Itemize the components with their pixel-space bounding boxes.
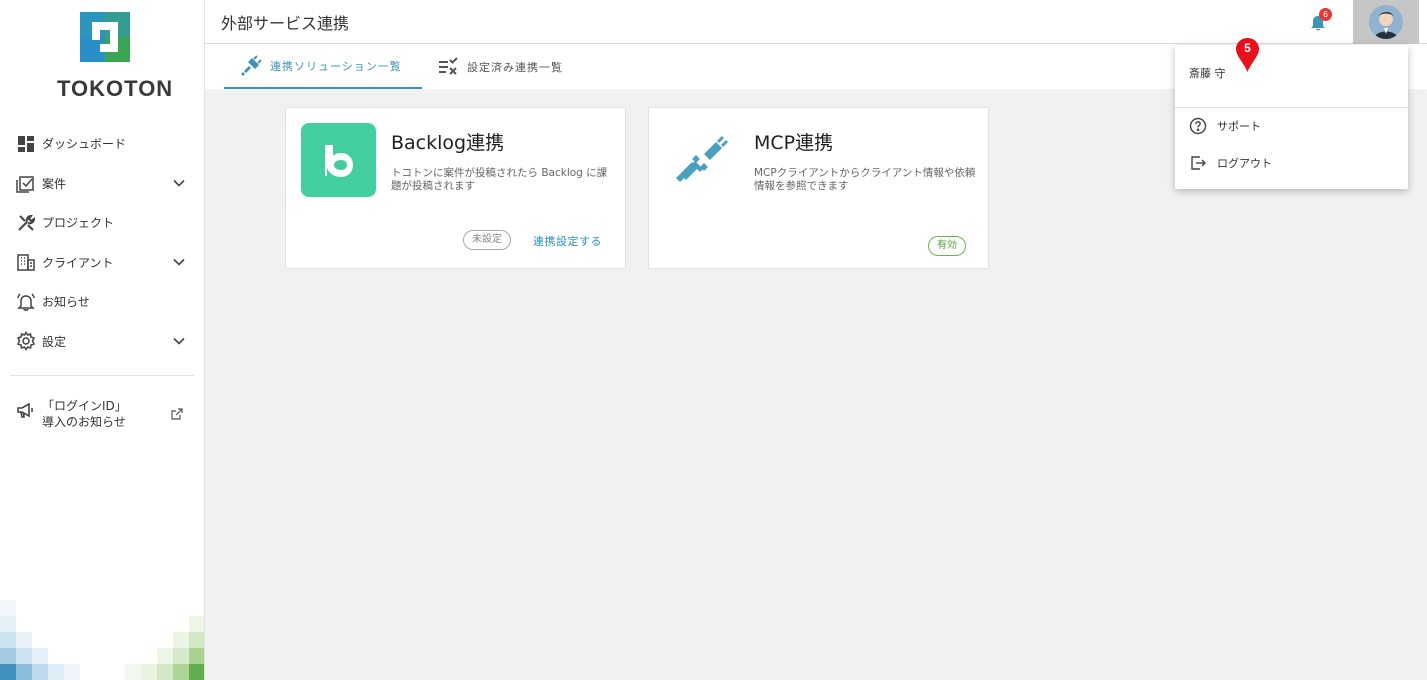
- menu-item-logout[interactable]: ログアウト: [1189, 148, 1394, 178]
- sidebar-item-label: クライアント: [42, 255, 114, 270]
- menu-item-label: ログアウト: [1217, 157, 1272, 170]
- tab-label: 設定済み連携一覧: [467, 60, 563, 74]
- login-id-notice-line2: 導入のお知らせ: [42, 415, 126, 429]
- sidebar-item-label: ダッシュボード: [42, 137, 127, 152]
- bell-outline-icon: [16, 292, 36, 312]
- notification-count-badge: 6: [1319, 8, 1332, 21]
- menu-item-label: サポート: [1217, 120, 1261, 133]
- card-description: トコトンに案件が投稿されたら Backlog に課題が投稿されます: [391, 167, 608, 192]
- avatar: [1369, 5, 1403, 39]
- logo-text: TOKOTON: [57, 76, 174, 101]
- integration-card-mcp[interactable]: MCP連携 MCPクライアントからクライアント情報や依頼情報を参照できます 有効: [648, 107, 989, 269]
- sidebar-item-label: お知らせ: [42, 295, 90, 310]
- tab-configured[interactable]: 設定済み連携一覧: [437, 44, 563, 89]
- tab-solutions[interactable]: 連携ソリューション一覧: [224, 44, 422, 89]
- plug-icon: [240, 54, 262, 77]
- sidebar-item-label: 設定: [42, 334, 67, 349]
- sidebar-divider: [10, 375, 194, 376]
- decorative-mosaic: [0, 600, 204, 680]
- sidebar-item-clients[interactable]: クライアント: [0, 243, 204, 283]
- menu-item-support[interactable]: サポート: [1189, 111, 1394, 141]
- card-title: MCP連携: [754, 132, 834, 154]
- building-icon: [16, 252, 36, 272]
- sidebar-item-notifications[interactable]: お知らせ: [0, 282, 204, 322]
- user-dropdown-menu: 斎藤 守 サポート ログアウト: [1175, 45, 1408, 189]
- sidebar-nav: ダッシュボード 案件 プロジェクト クライアント お知らせ 設定: [0, 124, 204, 361]
- logout-icon: [1189, 154, 1207, 172]
- external-link-icon: [170, 407, 184, 421]
- card-description: MCPクライアントからクライアント情報や依頼情報を参照できます: [754, 167, 976, 192]
- backlog-logo-icon: [301, 123, 376, 197]
- tools-icon: [16, 213, 36, 233]
- help-circle-icon: [1189, 117, 1207, 135]
- tab-label: 連携ソリューション一覧: [270, 59, 402, 73]
- sidebar-item-label: 案件: [42, 176, 67, 191]
- login-id-notice-line1: 「ログインID」: [42, 399, 127, 413]
- dashboard-icon: [16, 134, 36, 154]
- app-logo[interactable]: TOKOTON: [57, 12, 174, 102]
- login-id-notice-text: 「ログインID」 導入のお知らせ: [42, 398, 127, 430]
- status-badge: 有効: [928, 236, 966, 256]
- sidebar-item-login-id-notice[interactable]: 「ログインID」 導入のお知らせ: [16, 398, 188, 430]
- user-name: 斎藤 守: [1189, 67, 1226, 80]
- page-title: 外部サービス連携: [221, 14, 350, 33]
- annotation-marker: 5: [1236, 38, 1259, 72]
- plug-connect-icon: [664, 123, 739, 197]
- sidebar-item-dashboard[interactable]: ダッシュボード: [0, 124, 204, 164]
- annotation-marker-label: 5: [1244, 41, 1251, 55]
- checklist-icon: [437, 56, 459, 78]
- setup-integration-link[interactable]: 連携設定する: [533, 233, 602, 249]
- gear-icon: [16, 331, 36, 352]
- chevron-down-icon[interactable]: [172, 334, 186, 348]
- megaphone-icon: [16, 400, 36, 420]
- case-icon: [16, 173, 36, 193]
- integration-card-backlog[interactable]: Backlog連携 トコトンに案件が投稿されたら Backlog に課題が投稿さ…: [285, 107, 626, 269]
- tokoton-logo-mark: [79, 12, 130, 62]
- chevron-down-icon[interactable]: [172, 255, 186, 269]
- card-title: Backlog連携: [391, 132, 505, 154]
- status-badge: 未設定: [463, 230, 511, 250]
- sidebar: TOKOTON ダッシュボード 案件 プロジェクト クライアント お知らせ 設定…: [0, 0, 205, 680]
- sidebar-item-projects[interactable]: プロジェクト: [0, 203, 204, 243]
- menu-divider: [1175, 107, 1408, 108]
- sidebar-item-settings[interactable]: 設定: [0, 322, 204, 362]
- user-menu-button[interactable]: [1353, 0, 1419, 44]
- chevron-down-icon[interactable]: [172, 176, 186, 190]
- sidebar-item-cases[interactable]: 案件: [0, 164, 204, 204]
- sidebar-item-label: プロジェクト: [42, 216, 115, 231]
